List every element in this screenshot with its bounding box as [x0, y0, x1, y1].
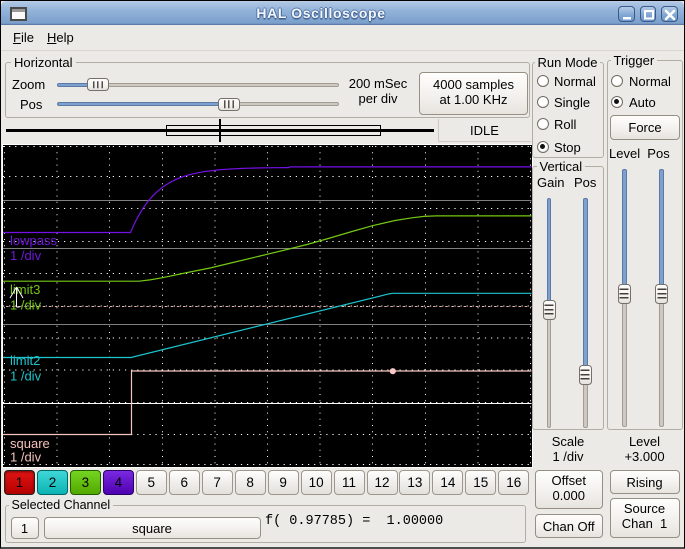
- svg-text:1 /div: 1 /div: [10, 450, 42, 465]
- svg-text:1 /div: 1 /div: [10, 248, 42, 263]
- svg-text:limit2: limit2: [10, 353, 40, 368]
- svg-text:1 /div: 1 /div: [10, 369, 42, 384]
- svg-text:1 /div: 1 /div: [10, 298, 42, 313]
- svg-text:lowpass: lowpass: [10, 233, 57, 248]
